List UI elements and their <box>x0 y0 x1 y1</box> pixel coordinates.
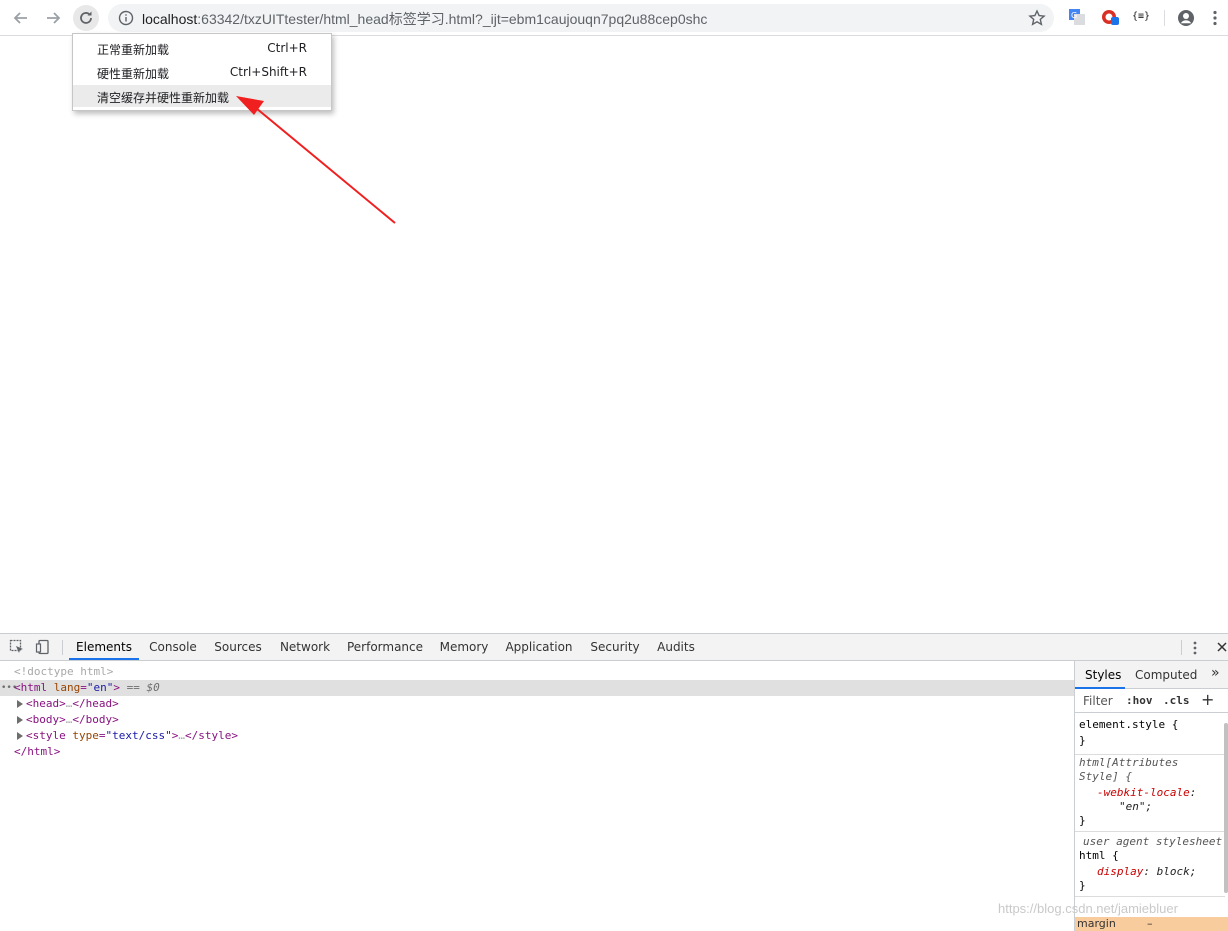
attr-value: "en" <box>86 681 114 694</box>
margin-value: – <box>1147 917 1153 930</box>
rule-close-brace: } <box>1079 814 1086 827</box>
html-open-line: <html lang="en"> == $0 <box>14 680 160 696</box>
rule-selector[interactable]: element.style { <box>1079 718 1178 731</box>
rule-selector[interactable]: html { <box>1079 849 1119 862</box>
tab-sources[interactable]: Sources <box>211 634 265 660</box>
close-icon[interactable] <box>1216 641 1228 653</box>
rule-selector[interactable]: Style] { <box>1079 770 1132 783</box>
style-open-tag: <style <box>26 729 66 742</box>
tab-styles[interactable]: Styles <box>1085 668 1121 682</box>
filter-input[interactable]: Filter <box>1083 694 1113 708</box>
margin-label: margin <box>1077 917 1116 930</box>
html-close-tag: </html> <box>14 745 61 758</box>
rule-close-brace: } <box>1079 879 1086 892</box>
attr-value: "text/css" <box>105 729 172 742</box>
tab-elements[interactable]: Elements <box>69 634 139 660</box>
tab-performance[interactable]: Performance <box>346 634 424 660</box>
head-open-tag: <head> <box>26 697 66 710</box>
expand-triangle-icon[interactable] <box>17 700 23 708</box>
inspect-element-icon[interactable] <box>9 639 25 655</box>
styles-filter-bar: Filter :hov .cls + <box>1075 689 1228 713</box>
styles-scrollbar[interactable] <box>1224 723 1228 893</box>
dom-head-node[interactable]: <head>…</head> <box>0 696 1074 712</box>
html-tag: <html <box>14 681 48 694</box>
devtools-tab-bar: Elements Console Sources Network Perform… <box>0 634 1228 661</box>
tab-separator <box>1181 640 1182 655</box>
property-name[interactable]: -webkit-locale <box>1097 786 1190 799</box>
property-name[interactable]: display <box>1097 865 1143 878</box>
hov-toggle[interactable]: :hov <box>1126 694 1153 707</box>
expand-triangle-icon[interactable] <box>17 716 23 724</box>
tab-separator <box>62 640 63 655</box>
watermark: https://blog.csdn.net/jamiebluer <box>998 901 1178 916</box>
tab-network[interactable]: Network <box>276 634 334 660</box>
head-close-tag: </head> <box>72 697 119 710</box>
tag-bracket: > <box>113 681 120 694</box>
tab-memory[interactable]: Memory <box>436 634 492 660</box>
tab-computed[interactable]: Computed <box>1135 668 1197 682</box>
attr-name: lang <box>47 681 81 694</box>
devtools-menu-icon[interactable] <box>1190 640 1200 656</box>
body-open-tag: <body> <box>26 713 66 726</box>
attr-name: type <box>65 729 99 742</box>
dom-html-close[interactable]: </html> <box>0 744 1074 760</box>
tab-console[interactable]: Console <box>145 634 201 660</box>
device-toolbar-icon[interactable] <box>35 639 51 655</box>
rule-user-agent-html: user agent stylesheet html { display: bl… <box>1075 835 1225 897</box>
dom-body-node[interactable]: <body>…</body> <box>0 712 1074 728</box>
style-close-tag: </style> <box>184 729 238 742</box>
collapsed-ellipsis: … <box>178 729 185 742</box>
styles-tab-bar: Styles Computed » <box>1075 661 1228 689</box>
expand-triangle-icon[interactable] <box>17 732 23 740</box>
styles-pane: Styles Computed » Filter :hov .cls + ele… <box>1074 661 1228 931</box>
new-rule-button[interactable]: + <box>1201 690 1214 709</box>
selected-marker: == $0 <box>120 681 160 694</box>
doctype-text: <!doctype html> <box>14 665 114 678</box>
tab-application[interactable]: Application <box>503 634 575 660</box>
devtools-panel: Elements Console Sources Network Perform… <box>0 633 1228 931</box>
attr-eq: = <box>80 681 87 694</box>
cls-toggle[interactable]: .cls <box>1163 694 1190 707</box>
property-colon: : <box>1189 786 1197 799</box>
rule-element-style: element.style { } <box>1075 717 1225 755</box>
attr-eq: = <box>98 729 106 742</box>
dom-html-node[interactable]: ••• <html lang="en"> == $0 <box>0 680 1074 696</box>
rule-close-brace: } <box>1079 734 1086 747</box>
elements-tree: <!doctype html> ••• <html lang="en"> == … <box>0 661 1074 931</box>
ua-stylesheet-label: user agent stylesheet <box>1083 835 1223 848</box>
property-value[interactable]: : block; <box>1143 865 1196 878</box>
more-tabs-icon[interactable]: » <box>1211 665 1220 681</box>
rule-html-attributes: html[Attributes Style] { -webkit-locale:… <box>1075 756 1225 832</box>
box-model-margin: margin – <box>1075 917 1228 931</box>
dom-style-node[interactable]: <style type="text/css">…</style> <box>0 728 1074 744</box>
tab-audits[interactable]: Audits <box>654 634 698 660</box>
rule-selector[interactable]: html[Attributes <box>1079 756 1178 769</box>
dom-doctype[interactable]: <!doctype html> <box>0 664 1074 680</box>
property-value[interactable]: "en"; <box>1119 800 1152 813</box>
body-close-tag: </body> <box>72 713 119 726</box>
tab-security[interactable]: Security <box>588 634 642 660</box>
